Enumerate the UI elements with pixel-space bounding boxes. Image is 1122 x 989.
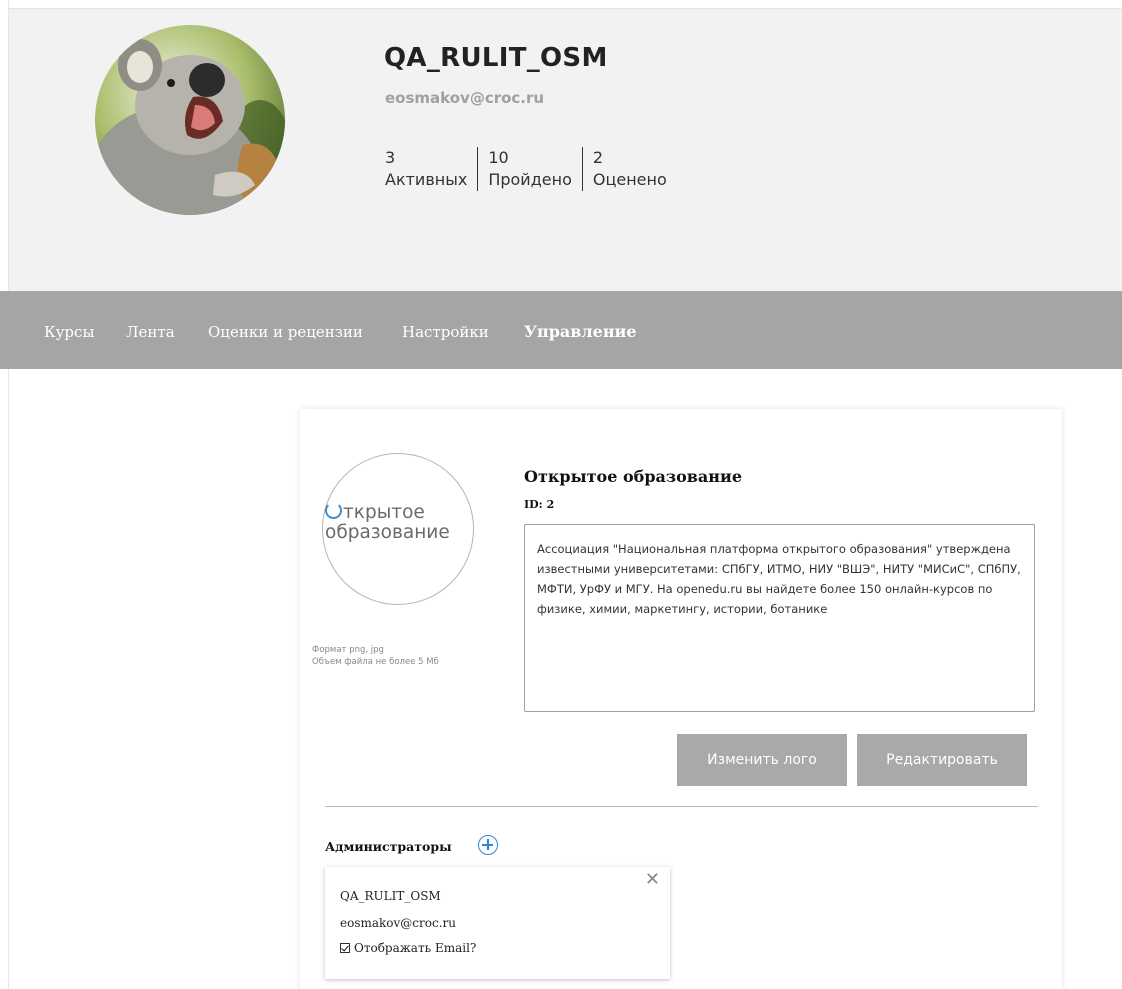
checkbox-icon[interactable]	[340, 943, 350, 953]
profile-email: eosmakov@croc.ru	[385, 89, 545, 107]
organization-id: ID: 2	[524, 498, 555, 511]
organization-title: Открытое образование	[524, 467, 742, 486]
edit-button[interactable]: Редактировать	[857, 734, 1027, 786]
page-left-border	[0, 0, 9, 989]
profile-header: QA_RULIT_OSM eosmakov@croc.ru 3 Активных…	[9, 8, 1122, 292]
admins-heading: Администраторы	[325, 839, 452, 854]
show-email-option[interactable]: Отображать Email?	[340, 941, 476, 955]
nav-settings[interactable]: Настройки	[402, 323, 489, 341]
stat-completed-label: Пройдено	[488, 170, 572, 189]
logo-o-icon	[325, 502, 342, 519]
stat-completed: 10 Пройдено	[477, 147, 582, 191]
add-admin-icon[interactable]	[478, 835, 498, 855]
stat-active-value: 3	[385, 148, 396, 167]
section-divider	[325, 806, 1038, 807]
nav-courses[interactable]: Курсы	[44, 323, 94, 341]
profile-username: QA_RULIT_OSM	[384, 43, 608, 73]
logo-wordmark: ткрытое образование	[325, 502, 450, 543]
nav-reviews[interactable]: Оценки и рецензии	[208, 323, 363, 341]
organization-description[interactable]: Ассоциация "Национальная платформа откры…	[524, 524, 1035, 712]
nav-management[interactable]: Управление	[524, 322, 637, 341]
organization-logo[interactable]: ткрытое образование	[322, 453, 474, 605]
nav-feed[interactable]: Лента	[126, 323, 175, 341]
stat-active-label: Активных	[385, 170, 468, 189]
user-avatar	[95, 25, 285, 215]
admin-email: eosmakov@croc.ru	[340, 916, 456, 930]
close-icon[interactable]: ✕	[645, 869, 660, 890]
profile-stats: 3 Активных 10 Пройдено 2 Оценено	[385, 147, 677, 191]
admin-card: ✕ QA_RULIT_OSM eosmakov@croc.ru Отобража…	[325, 867, 670, 979]
stat-active: 3 Активных	[385, 147, 477, 191]
stat-rated-value: 2	[592, 148, 604, 167]
logo-format-hint: Формат png, jpg Объем файла не более 5 М…	[312, 645, 439, 667]
change-logo-button[interactable]: Изменить лого	[677, 734, 847, 786]
stat-rated: 2 Оценено	[581, 147, 677, 191]
admin-name: QA_RULIT_OSM	[340, 889, 441, 903]
main-nav: Курсы Лента Оценки и рецензии Настройки …	[0, 291, 1122, 369]
stat-completed-value: 10	[488, 148, 509, 167]
organization-card: ткрытое образование Формат png, jpg Объе…	[300, 409, 1062, 989]
show-email-label: Отображать Email?	[354, 941, 477, 955]
stat-rated-label: Оценено	[592, 170, 667, 189]
